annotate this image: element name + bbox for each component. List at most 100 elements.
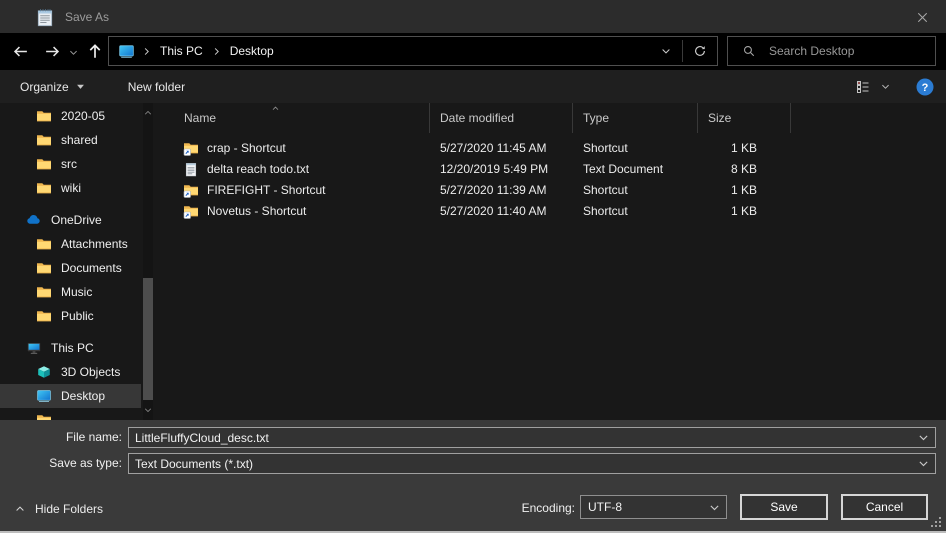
file-size: 8 KB — [698, 162, 791, 176]
sidebar-item-label: 3D Objects — [61, 365, 120, 379]
sidebar-item[interactable]: wiki — [0, 176, 141, 200]
file-type: Shortcut — [573, 204, 698, 218]
forward-button[interactable] — [44, 43, 61, 60]
sidebar-item-icon-wrap — [36, 132, 52, 148]
up-button[interactable] — [86, 42, 104, 60]
sidebar-item[interactable] — [0, 408, 141, 420]
sidebar-item-icon-wrap — [36, 388, 52, 404]
encoding-select[interactable]: UTF-8 — [580, 495, 727, 519]
sidebar-item-label: Attachments — [61, 237, 128, 251]
refresh-icon[interactable] — [693, 44, 707, 58]
column-header-size[interactable]: Size — [698, 103, 791, 133]
scroll-down-icon[interactable] — [143, 405, 153, 415]
column-headers: Name Date modified Type Size — [165, 103, 946, 133]
sidebar-item-label: wiki — [61, 181, 81, 195]
file-type: Text Document — [573, 162, 698, 176]
help-button[interactable] — [916, 78, 934, 96]
save-as-type-label: Save as type: — [0, 456, 122, 470]
address-dropdown-chevron-icon[interactable] — [660, 45, 672, 57]
sidebar-item-label: Public — [61, 309, 94, 323]
column-header-date-modified[interactable]: Date modified — [430, 103, 573, 133]
new-folder-button[interactable]: New folder — [128, 80, 185, 94]
save-as-type-select[interactable]: Text Documents (*.txt) — [128, 453, 936, 474]
hide-folders-button[interactable]: Hide Folders — [14, 502, 103, 516]
organize-button[interactable]: Organize — [20, 80, 85, 94]
file-name-label: File name: — [0, 430, 122, 444]
column-header-type[interactable]: Type — [573, 103, 698, 133]
sidebar-item-label: Music — [61, 285, 92, 299]
search-box[interactable] — [727, 36, 936, 66]
sidebar-item-icon-wrap — [36, 284, 52, 300]
file-date-modified: 5/27/2020 11:39 AM — [430, 183, 573, 197]
hide-folders-label: Hide Folders — [35, 502, 103, 516]
file-row[interactable]: delta reach todo.txt 12/20/2019 5:49 PM … — [165, 158, 946, 179]
resize-grip[interactable] — [929, 515, 943, 529]
title-bar: Save As — [0, 0, 946, 33]
file-name-cell: delta reach todo.txt — [165, 161, 430, 177]
sidebar-item[interactable]: Attachments — [0, 232, 141, 256]
sidebar-item[interactable]: Music — [0, 280, 141, 304]
sidebar-item-label: Documents — [61, 261, 122, 275]
sidebar-item[interactable]: 2020-05 — [0, 104, 141, 128]
sidebar-item-label: src — [61, 157, 77, 171]
sidebar-item[interactable]: Desktop — [0, 384, 141, 408]
file-row[interactable]: crap - Shortcut 5/27/2020 11:45 AM Short… — [165, 137, 946, 158]
folder-icon — [36, 108, 52, 124]
window-title: Save As — [65, 10, 109, 24]
search-icon — [742, 44, 756, 58]
caret-down-icon — [76, 82, 85, 91]
onedrive-cloud-icon — [26, 212, 42, 228]
sidebar-item-icon-wrap — [26, 212, 42, 228]
navigation-bar: This PC Desktop — [0, 33, 946, 70]
sidebar-item[interactable]: src — [0, 152, 141, 176]
scrollbar-thumb[interactable] — [143, 278, 153, 400]
scroll-up-icon[interactable] — [143, 108, 153, 118]
file-icon-wrap — [183, 203, 199, 219]
sidebar-item[interactable]: This PC — [0, 336, 141, 360]
address-bar[interactable]: This PC Desktop — [108, 36, 718, 66]
sidebar-item[interactable]: 3D Objects — [0, 360, 141, 384]
navigation-pane: 2020-05 shared src — [0, 103, 160, 420]
column-header-name[interactable]: Name — [165, 103, 430, 133]
sidebar-item-icon-wrap — [36, 364, 52, 380]
file-row[interactable]: FIREFIGHT - Shortcut 5/27/2020 11:39 AM … — [165, 179, 946, 200]
folder-icon — [36, 412, 52, 420]
chevron-up-icon — [14, 503, 26, 515]
shortcut-folder-icon — [183, 140, 199, 156]
sidebar-item[interactable]: shared — [0, 128, 141, 152]
recent-locations-chevron-icon[interactable] — [68, 47, 79, 58]
encoding-label: Encoding: — [460, 501, 575, 515]
file-row[interactable]: Novetus - Shortcut 5/27/2020 11:40 AM Sh… — [165, 200, 946, 221]
file-size: 1 KB — [698, 204, 791, 218]
folder-icon — [36, 236, 52, 252]
sidebar-item[interactable]: Documents — [0, 256, 141, 280]
sidebar-item-icon-wrap — [36, 260, 52, 276]
sidebar-scrollbar[interactable] — [143, 103, 153, 420]
close-button[interactable] — [913, 8, 931, 26]
file-name: Novetus - Shortcut — [207, 204, 306, 218]
breadcrumb-chevron-icon — [211, 46, 222, 57]
file-name-field[interactable] — [128, 427, 936, 448]
file-size: 1 KB — [698, 141, 791, 155]
command-bar-right — [855, 70, 934, 103]
file-name-input[interactable] — [129, 430, 917, 446]
sidebar-item-icon-wrap — [36, 412, 52, 420]
file-name-dropdown-chevron-icon[interactable] — [917, 431, 930, 444]
details-view-icon[interactable] — [855, 79, 871, 95]
breadcrumb-this-pc[interactable]: This PC — [158, 44, 205, 58]
search-input[interactable] — [767, 43, 935, 59]
sidebar-item-icon-wrap — [36, 156, 52, 172]
save-button[interactable]: Save — [740, 494, 828, 520]
breadcrumb-desktop[interactable]: Desktop — [228, 44, 276, 58]
file-date-modified: 5/27/2020 11:40 AM — [430, 204, 573, 218]
sidebar-item[interactable]: Public — [0, 304, 141, 328]
folder-icon — [36, 308, 52, 324]
back-button[interactable] — [12, 43, 29, 60]
file-list: Name Date modified Type Size crap - Shor… — [165, 103, 946, 420]
sidebar-item[interactable]: OneDrive — [0, 208, 141, 232]
cancel-button[interactable]: Cancel — [841, 494, 928, 520]
sidebar-item-icon-wrap — [36, 180, 52, 196]
sidebar-item-label: shared — [61, 133, 98, 147]
view-options-chevron-icon[interactable] — [880, 81, 891, 92]
this-pc-location-icon — [118, 43, 135, 60]
